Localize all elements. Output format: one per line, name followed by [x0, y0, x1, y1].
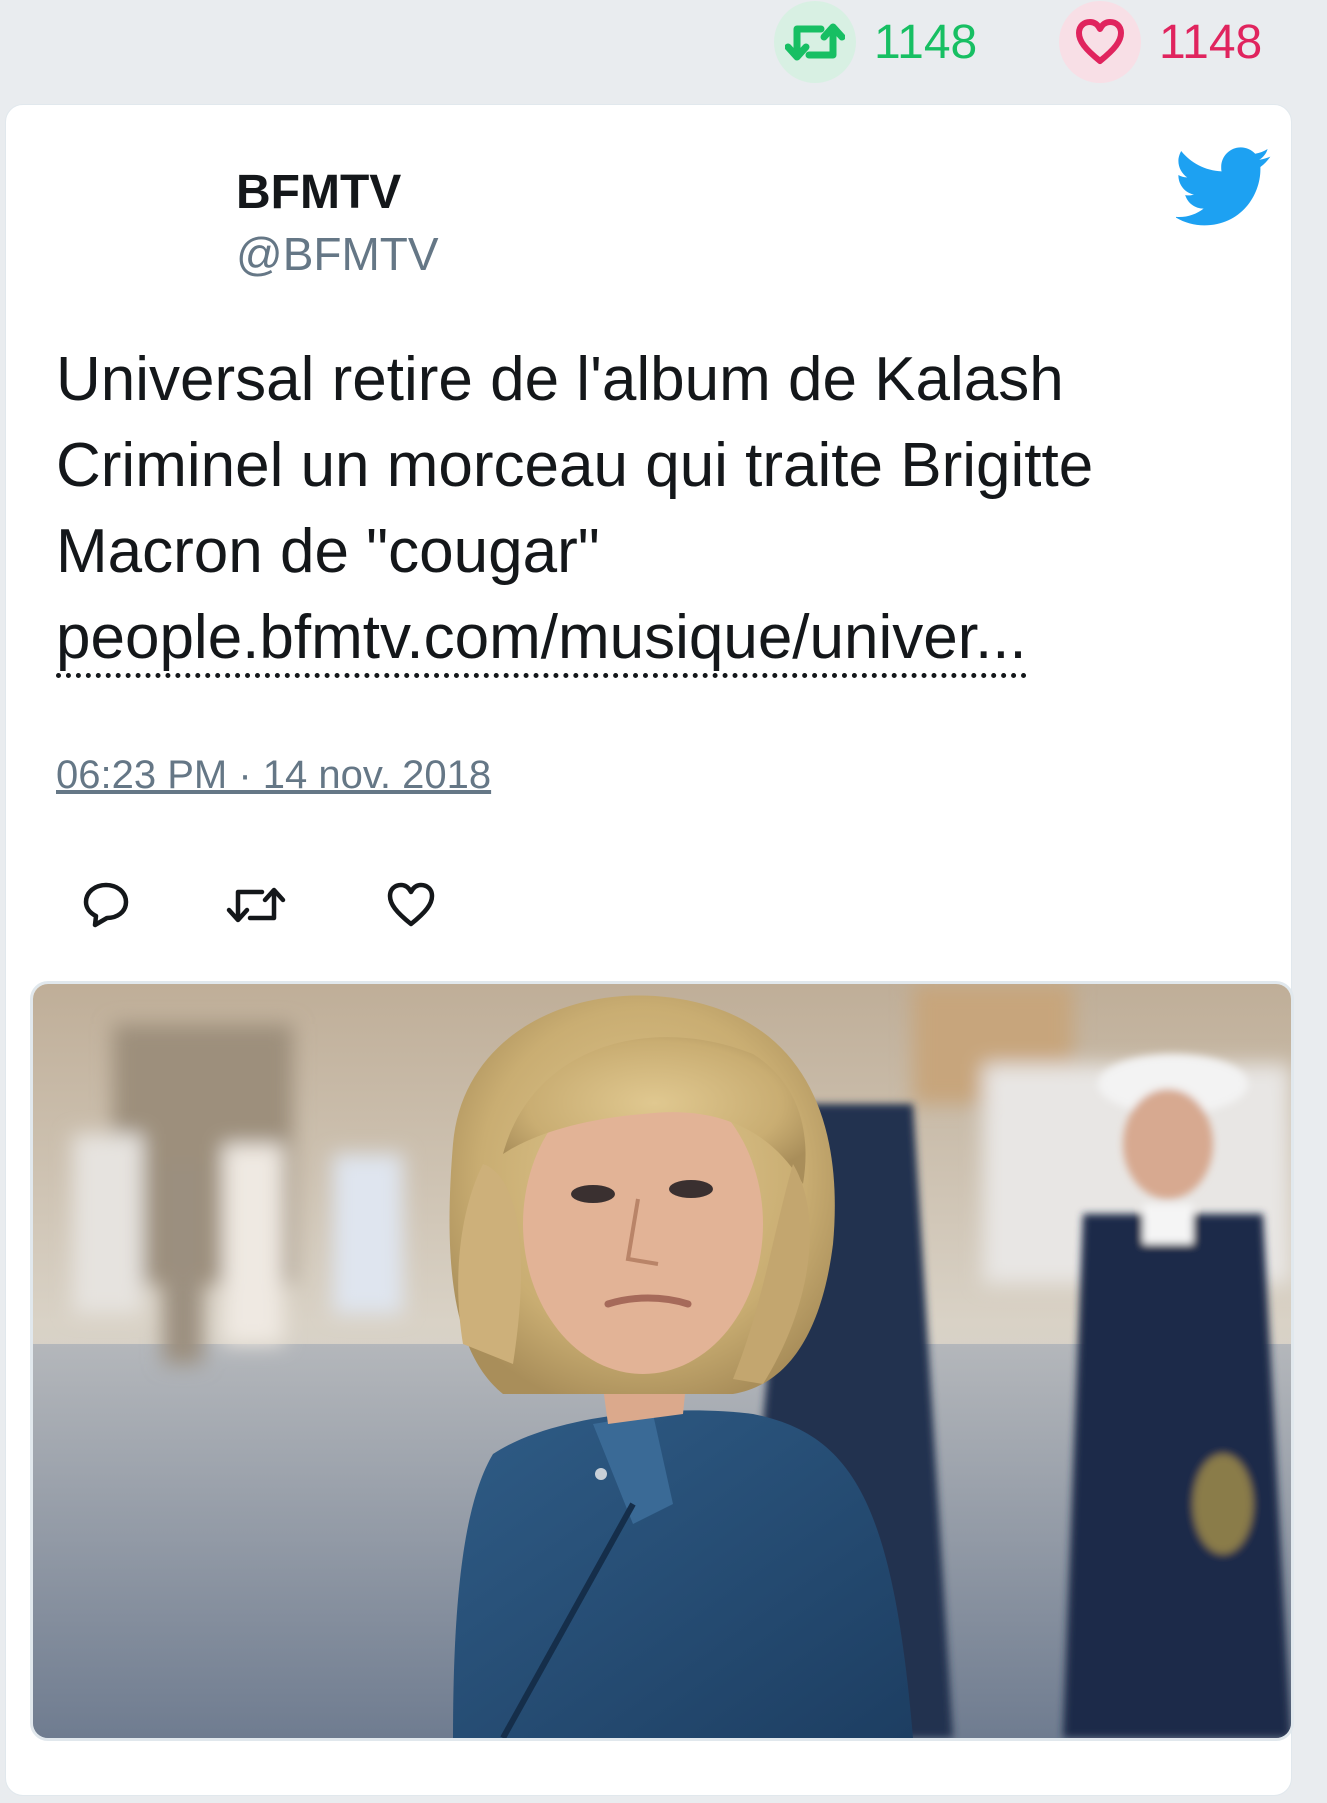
- author-name[interactable]: BFMTV: [236, 165, 401, 220]
- retweet-count: 1148: [874, 15, 978, 69]
- author-handle[interactable]: @BFMTV: [236, 227, 439, 281]
- retweet-stat-icon: [774, 1, 856, 83]
- like-icon: [387, 882, 435, 927]
- heart-stat-icon: [1059, 1, 1141, 83]
- tweet-link[interactable]: people.bfmtv.com/musique/univer...: [56, 603, 1027, 678]
- like-stat[interactable]: 1148: [1059, 1, 1263, 83]
- tweet-card[interactable]: BFMTV @BFMTV Universal retire de l'album…: [5, 104, 1294, 1796]
- tweet-timestamp[interactable]: 06:23 PM · 14 nov. 2018: [56, 753, 491, 798]
- retweet-icon: [226, 887, 286, 923]
- reply-button[interactable]: [76, 875, 136, 935]
- photo-illustration: [33, 984, 1291, 1738]
- like-button[interactable]: [381, 875, 441, 935]
- reply-icon: [83, 882, 129, 928]
- tweet-body: Universal retire de l'album de Kalash Cr…: [56, 345, 1094, 586]
- tweet-photo[interactable]: [30, 981, 1294, 1741]
- twitter-bird-icon[interactable]: [1176, 147, 1272, 227]
- retweet-stat[interactable]: 1148: [774, 1, 978, 83]
- like-count: 1148: [1159, 15, 1263, 69]
- retweet-button[interactable]: [226, 875, 286, 935]
- stats-bar: 1148 1148: [0, 0, 1327, 100]
- tweet-text: Universal retire de l'album de Kalash Cr…: [56, 337, 1246, 681]
